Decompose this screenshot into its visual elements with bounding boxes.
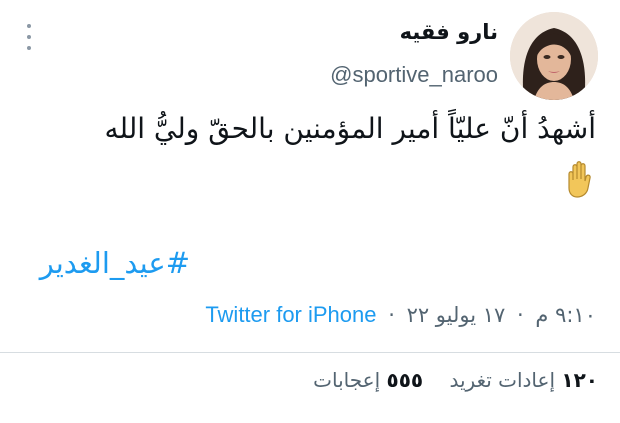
- dot-icon: [27, 24, 31, 28]
- dot-icon: [27, 46, 31, 50]
- retweets-count: ١٢٠: [561, 368, 598, 392]
- more-options-icon[interactable]: [22, 24, 36, 50]
- retweets-stat[interactable]: ١٢٠ إعادات تغريد: [443, 368, 598, 392]
- divider: [0, 352, 620, 353]
- dot-icon: [27, 35, 31, 39]
- meta-separator: ·: [388, 303, 395, 327]
- raised-hand-icon: [562, 160, 596, 214]
- tweet-body: أشهدُ أنّ عليّاً أمير المؤمنين بالحقّ ول…: [104, 112, 596, 145]
- tweet-card: نارو فقيه @sportive_naroo أشهدُ أنّ عليّ…: [0, 0, 620, 423]
- likes-label: إعجابات: [313, 368, 381, 392]
- likes-count: ٥٥٥: [386, 368, 424, 392]
- tweet-date[interactable]: ١٧ يوليو ٢٢: [407, 303, 506, 327]
- meta-separator: ·: [517, 303, 524, 327]
- engagement-stats: ١٢٠ إعادات تغريد ٥٥٥ إعجابات: [293, 368, 598, 392]
- tweet-metadata: ٩:١٠ م · ١٧ يوليو ٢٢ · Twitter for iPhon…: [205, 302, 596, 328]
- likes-stat[interactable]: ٥٥٥ إعجابات: [313, 368, 423, 392]
- retweets-label: إعادات تغريد: [449, 368, 556, 392]
- tweet-time[interactable]: ٩:١٠ م: [535, 303, 596, 327]
- avatar[interactable]: [510, 12, 598, 100]
- display-name[interactable]: نارو فقيه: [400, 20, 498, 44]
- hashtag-link[interactable]: #عيد_الغدير: [40, 246, 190, 280]
- user-handle[interactable]: @sportive_naroo: [330, 62, 498, 88]
- avatar-photo: [510, 12, 598, 100]
- tweet-text: أشهدُ أنّ عليّاً أمير المؤمنين بالحقّ ول…: [16, 104, 596, 214]
- tweet-source-link[interactable]: Twitter for iPhone: [205, 302, 376, 327]
